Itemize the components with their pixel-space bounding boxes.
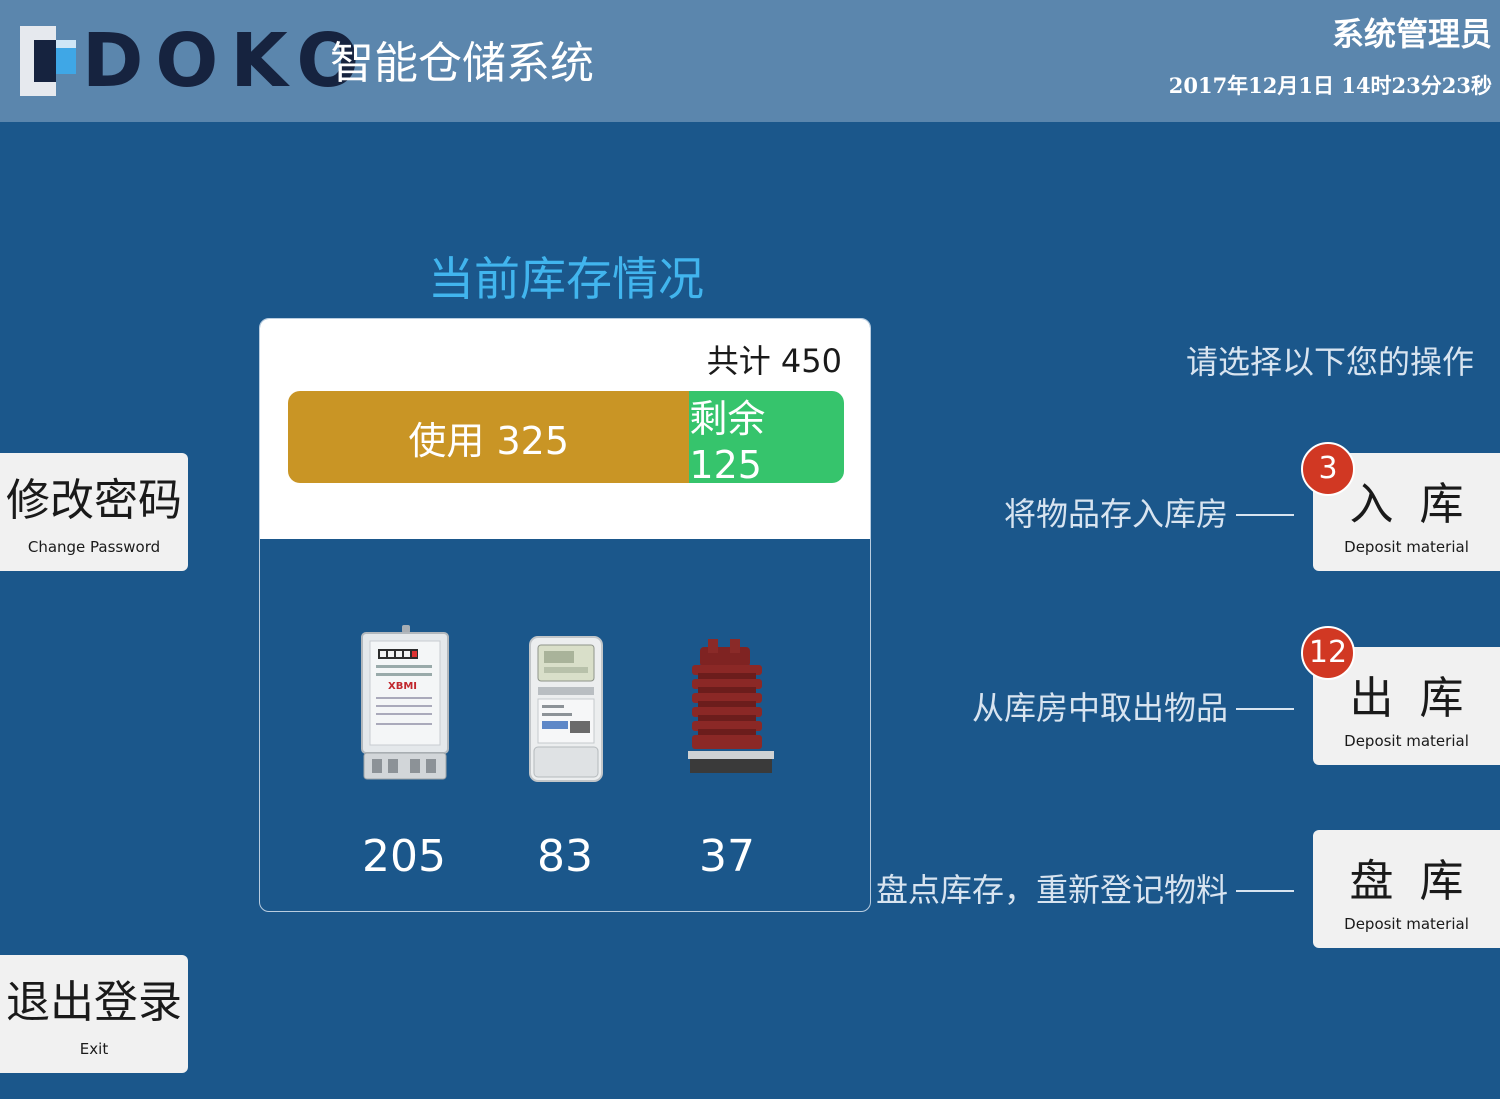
- svg-text:XBMI: XBMI: [388, 681, 417, 692]
- logo-mark-icon: [20, 26, 76, 96]
- stocktake-button[interactable]: 盘库 Deposit material: [1313, 830, 1500, 948]
- stocktake-description: 盘点库存，重新登记物料: [875, 871, 1228, 909]
- single-phase-meter-icon: XBMI: [361, 625, 449, 780]
- inventory-total: 共计 450: [706, 342, 842, 380]
- deposit-description: 将物品存入库房: [1003, 495, 1228, 533]
- stocktake-connector-line: [1236, 890, 1294, 892]
- inventory-title: 当前库存情况: [428, 252, 704, 306]
- user-role: 系统管理员: [1331, 15, 1492, 53]
- brand-logo-text: DOKO: [82, 18, 372, 104]
- product-count-current-transformer: 37: [699, 831, 755, 882]
- usage-bar-used: 使用 325: [288, 391, 690, 483]
- product-count-three-phase-meter: 83: [537, 831, 593, 882]
- product-count-single-phase-meter: 205: [362, 831, 446, 882]
- withdraw-sublabel: Deposit material: [1344, 732, 1469, 750]
- change-password-sublabel: Change Password: [27, 538, 161, 556]
- stocktake-sublabel: Deposit material: [1344, 915, 1469, 933]
- withdraw-count-badge: 12: [1301, 626, 1355, 680]
- withdraw-connector-line: [1236, 708, 1294, 710]
- deposit-count-badge: 3: [1301, 442, 1355, 496]
- operations-prompt: 请选择以下您的操作: [1185, 343, 1474, 381]
- current-transformer-icon: [688, 639, 774, 773]
- inventory-summary: 共计 450 使用 325 剩余 125: [260, 319, 870, 539]
- change-password-label: 修改密码: [6, 475, 182, 526]
- change-password-button[interactable]: 修改密码 Change Password: [0, 453, 188, 571]
- app-title: 智能仓储系统: [330, 38, 594, 89]
- usage-bar-remaining: 剩余 125: [689, 391, 844, 483]
- exit-button[interactable]: 退出登录 Exit: [0, 955, 188, 1073]
- stocktake-label: 盘库: [1349, 856, 1490, 907]
- three-phase-meter-icon: [529, 636, 603, 782]
- deposit-sublabel: Deposit material: [1344, 538, 1469, 556]
- current-datetime: 2017年12月1日 14时23分23秒: [1168, 73, 1492, 98]
- exit-sublabel: Exit: [79, 1040, 109, 1058]
- usage-bar: 使用 325 剩余 125: [288, 391, 844, 483]
- deposit-connector-line: [1236, 514, 1294, 516]
- header-bar: DOKO 智能仓储系统 系统管理员 2017年12月1日 14时23分23秒: [0, 0, 1500, 122]
- inventory-card: 共计 450 使用 325 剩余 125 XBMI 205 83 37: [259, 318, 871, 912]
- withdraw-label: 出库: [1349, 673, 1490, 724]
- withdraw-description: 从库房中取出物品: [971, 689, 1228, 727]
- exit-label: 退出登录: [6, 977, 182, 1028]
